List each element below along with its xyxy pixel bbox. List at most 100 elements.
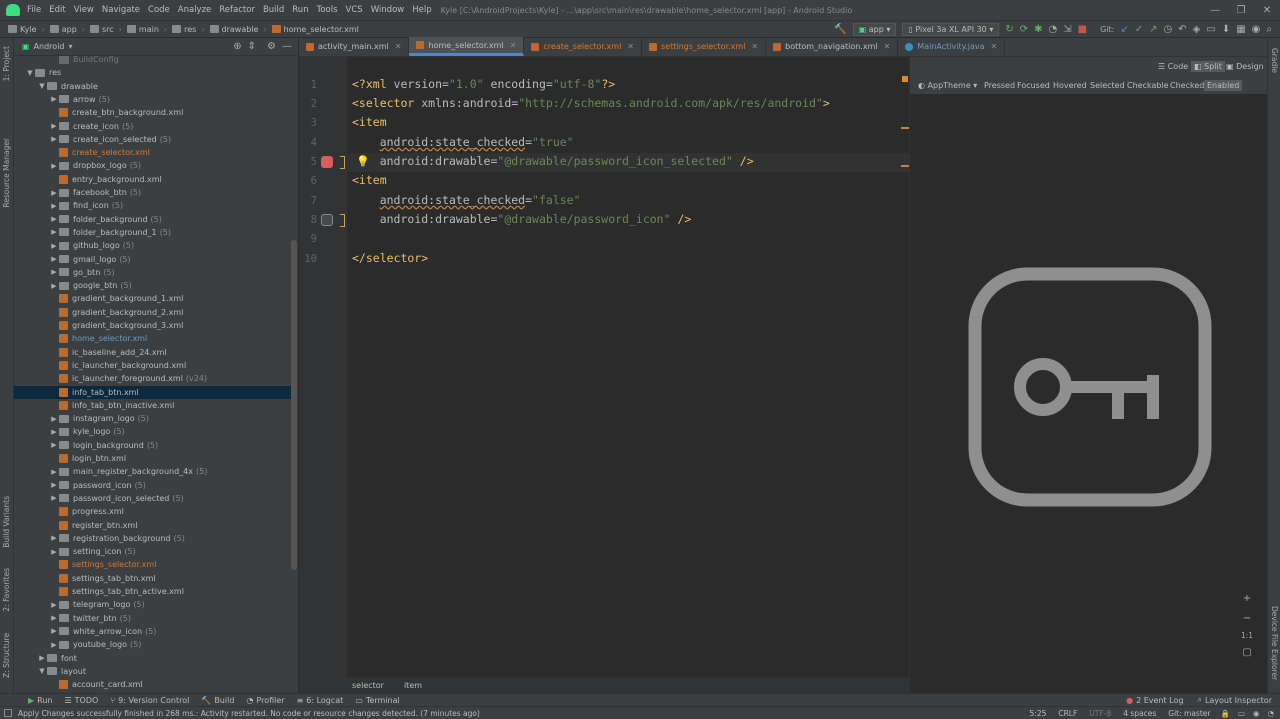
drawable-preview-icon[interactable] (321, 214, 333, 226)
menu-edit[interactable]: Edit (46, 5, 70, 15)
tree-item[interactable]: ▶ telegram_logo (5) (14, 598, 291, 611)
tree-item[interactable]: ic_baseline_add_24.xml (14, 346, 291, 359)
breadcrumb-src[interactable]: src (88, 25, 116, 34)
editor-tab[interactable]: bottom_navigation.xml ✕ (766, 37, 899, 56)
fold-marker-icon[interactable] (340, 156, 345, 169)
warning-marker[interactable] (901, 165, 909, 167)
chevron-right-icon[interactable]: ▶ (49, 441, 59, 449)
git-push-icon[interactable]: ↗ (1149, 24, 1157, 35)
chevron-right-icon[interactable]: ▶ (49, 415, 59, 423)
tree-item[interactable]: ▶ font (14, 652, 291, 665)
chevron-down-icon[interactable]: ▼ (37, 667, 47, 675)
tree-item[interactable]: ▶ instagram_logo (5) (14, 412, 291, 425)
todo-tool-button[interactable]: ☰ TODO (65, 696, 99, 705)
layout-inspector-tool-button[interactable]: ⌕ Layout Inspector (1197, 695, 1272, 705)
menu-analyze[interactable]: Analyze (175, 5, 217, 15)
menu-code[interactable]: Code (145, 5, 175, 15)
zoom-out-icon[interactable]: − (1237, 613, 1257, 624)
status-message[interactable]: Apply Changes successfully finished in 2… (18, 709, 480, 718)
fold-marker-icon[interactable] (340, 214, 345, 227)
event-log-tool-button[interactable]: ● 2 Event Log (1126, 696, 1183, 705)
project-tool-tab[interactable]: 1: Project (2, 46, 11, 81)
tree-item[interactable]: ▶ create_icon_selected (5) (14, 133, 291, 146)
chevron-down-icon[interactable]: ▼ (25, 69, 35, 77)
chevron-right-icon[interactable]: ▶ (49, 534, 59, 542)
close-tab-icon[interactable]: ✕ (884, 42, 891, 51)
lock-icon[interactable]: 🔒 (1220, 709, 1229, 718)
chevron-right-icon[interactable]: ▶ (37, 654, 47, 662)
chevron-right-icon[interactable]: ▶ (49, 268, 59, 276)
caret-position[interactable]: 5:25 (1030, 709, 1047, 718)
chevron-right-icon[interactable]: ▶ (49, 202, 59, 210)
tree-item[interactable]: ▶ go_btn (5) (14, 266, 291, 279)
maximize-icon[interactable]: ❐ (1228, 5, 1254, 16)
rollback-icon[interactable]: ↶ (1178, 24, 1186, 35)
state-pressed[interactable]: Pressed (984, 81, 1015, 90)
tree-item[interactable]: ▶ folder_background (5) (14, 213, 291, 226)
line-separator[interactable]: CRLF (1058, 709, 1077, 718)
chevron-right-icon[interactable]: ▶ (49, 614, 59, 622)
hide-icon[interactable]: — (282, 41, 292, 52)
breadcrumb-file[interactable]: home_selector.xml (270, 25, 361, 34)
theme-dropdown[interactable]: ◐ AppTheme ▾ (918, 81, 977, 90)
close-tab-icon[interactable]: ✕ (751, 42, 758, 51)
device-dropdown[interactable]: ▯ Pixel 3a XL API 30 ▾ (902, 22, 1000, 36)
drawable-preview-icon[interactable] (321, 156, 333, 168)
tree-item[interactable]: ic_launcher_background.xml (14, 359, 291, 372)
git-update-icon[interactable]: ↙ (1120, 24, 1128, 35)
structure-tab[interactable]: Z: Structure (2, 633, 11, 678)
close-tab-icon[interactable]: ✕ (395, 42, 402, 51)
menu-view[interactable]: View (71, 5, 99, 15)
tree-scrollbar[interactable] (291, 240, 297, 570)
editor-tab[interactable]: MainActivity.java ✕ (898, 37, 1006, 56)
state-checkable[interactable]: Checkable (1127, 81, 1169, 90)
run-config-dropdown[interactable]: ▣ app ▾ (852, 22, 897, 36)
tree-item[interactable]: create_btn_background.xml (14, 106, 291, 119)
sync-gradle-icon[interactable]: ◈ (1193, 24, 1201, 35)
design-view-button[interactable]: ▣ Design (1226, 62, 1264, 71)
chevron-right-icon[interactable]: ▶ (49, 601, 59, 609)
git-commit-icon[interactable]: ✓ (1135, 24, 1143, 35)
menu-navigate[interactable]: Navigate (99, 5, 145, 15)
state-checked[interactable]: Checked (1170, 81, 1204, 90)
attach-debugger-icon[interactable]: ⇲ (1063, 24, 1071, 35)
breadcrumb-drawable[interactable]: drawable (208, 25, 261, 34)
chevron-right-icon[interactable]: ▶ (49, 228, 59, 236)
history-icon[interactable]: ◷ (1164, 24, 1173, 35)
tree-item[interactable]: entry_background.xml (14, 173, 291, 186)
chevron-right-icon[interactable]: ▶ (49, 481, 59, 489)
indent-setting[interactable]: 4 spaces (1123, 709, 1156, 718)
breadcrumb-main[interactable]: main (125, 25, 161, 34)
zoom-fit-icon[interactable]: ▢ (1237, 647, 1257, 658)
run-tool-button[interactable]: ▶ Run (28, 696, 53, 705)
editor-tab[interactable]: settings_selector.xml ✕ (642, 37, 767, 56)
state-selected[interactable]: Selected (1090, 81, 1125, 90)
tree-item[interactable]: ▶ main_register_background_4x (5) (14, 465, 291, 478)
menu-vcs[interactable]: VCS (343, 5, 368, 15)
favorites-tab[interactable]: 2: Favorites (2, 568, 11, 612)
tree-item[interactable]: ic_launcher_foreground.xml (v24) (14, 372, 291, 385)
menu-refactor[interactable]: Refactor (216, 5, 260, 15)
chevron-down-icon[interactable]: ▼ (37, 82, 47, 90)
tree-item[interactable]: gradient_background_3.xml (14, 319, 291, 332)
tree-item[interactable]: create_selector.xml (14, 146, 291, 159)
tree-item[interactable]: register_btn.xml (14, 519, 291, 532)
chevron-right-icon[interactable]: ▶ (49, 135, 59, 143)
gear-icon[interactable]: ⚙ (267, 41, 276, 52)
chevron-right-icon[interactable]: ▶ (49, 122, 59, 130)
tree-item[interactable]: ▶ dropbox_logo (5) (14, 159, 291, 172)
tree-item[interactable]: progress.xml (14, 505, 291, 518)
gradle-tab[interactable]: Gradle (1270, 48, 1279, 73)
locate-icon[interactable]: ⊕ (233, 41, 241, 52)
tree-item[interactable]: ▶ kyle_logo (5) (14, 425, 291, 438)
tree-item[interactable]: home_selector.xml (14, 332, 291, 345)
chevron-right-icon[interactable]: ▶ (49, 242, 59, 250)
tree-item[interactable]: ▼ drawable (14, 80, 291, 93)
profiler-tool-button[interactable]: ◔ Profiler (246, 696, 284, 705)
tree-item[interactable]: settings_tab_btn.xml (14, 572, 291, 585)
tree-item[interactable]: ▶ twitter_btn (5) (14, 612, 291, 625)
chevron-right-icon[interactable]: ▶ (49, 548, 59, 556)
tree-item[interactable]: ▶ login_background (5) (14, 439, 291, 452)
chevron-right-icon[interactable]: ▶ (49, 282, 59, 290)
git-branch[interactable]: Git: master (1168, 709, 1210, 718)
